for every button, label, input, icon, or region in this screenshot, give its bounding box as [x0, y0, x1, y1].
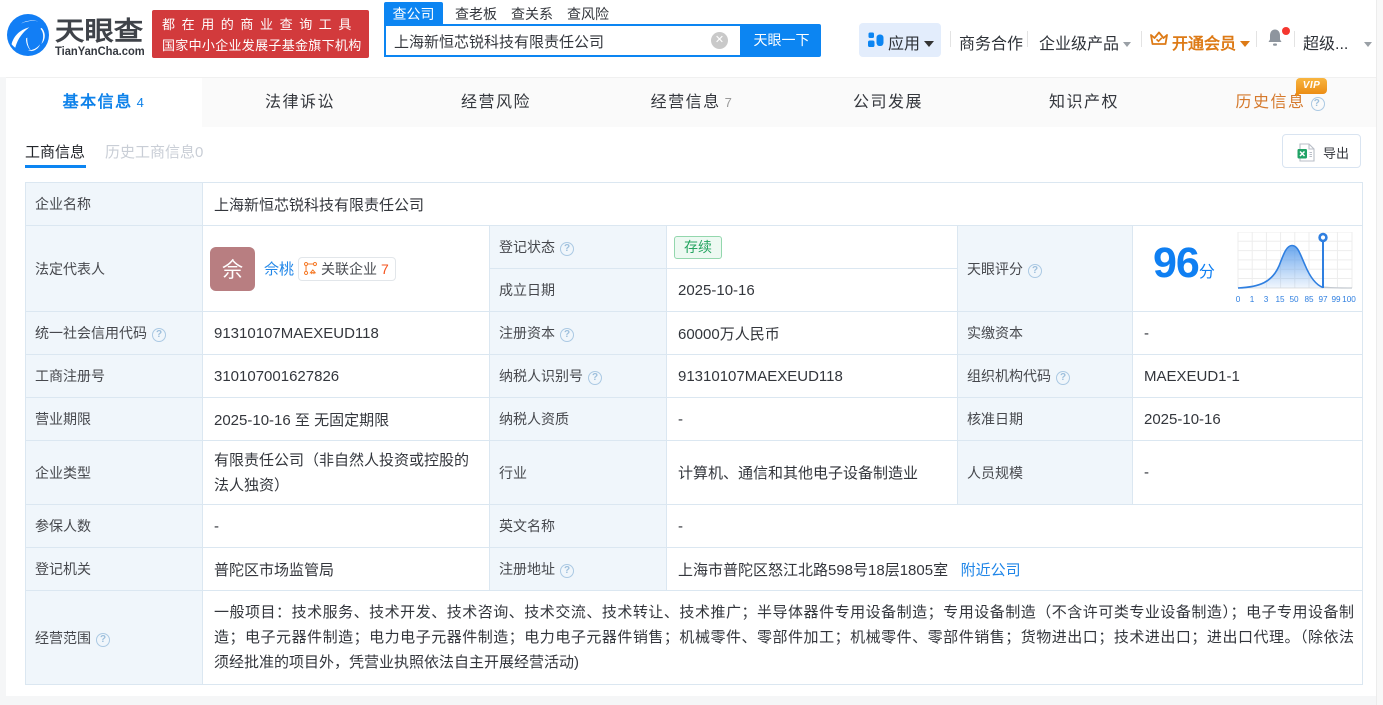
svg-text:99: 99: [1331, 295, 1341, 304]
svg-text:0: 0: [1236, 295, 1241, 304]
svg-text:97: 97: [1318, 295, 1328, 304]
svg-text:85: 85: [1304, 295, 1314, 304]
svg-text:3: 3: [1264, 295, 1269, 304]
svg-text:15: 15: [1275, 295, 1285, 304]
svg-text:50: 50: [1289, 295, 1299, 304]
svg-text:1: 1: [1250, 295, 1255, 304]
svg-text:100: 100: [1342, 295, 1356, 304]
